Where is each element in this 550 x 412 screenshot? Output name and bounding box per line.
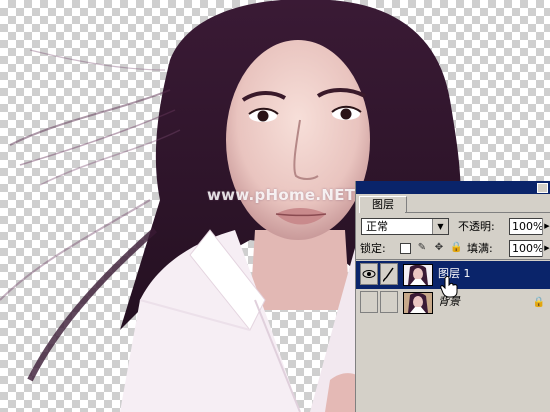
visibility-toggle[interactable] xyxy=(360,291,378,313)
blend-opacity-row: 正常 ▼ 不透明: 100% ▶ xyxy=(356,216,550,238)
fill-label: 填满: xyxy=(467,242,493,255)
brush-icon[interactable]: ✎ xyxy=(416,242,428,254)
panel-divider xyxy=(356,259,550,260)
tab-layers[interactable]: 图层 xyxy=(359,196,407,213)
brush-icon xyxy=(382,267,394,282)
visibility-toggle[interactable] xyxy=(360,263,378,285)
move-icon[interactable]: ✥ xyxy=(433,242,445,254)
tab-divider xyxy=(405,212,550,213)
lock-fill-row: 锁定: ✎ ✥ 🔒 填满: 100% ▶ xyxy=(356,238,550,260)
lock-icon: 🔒 xyxy=(532,297,545,308)
transparency-lock-icon[interactable] xyxy=(400,243,411,254)
hand-cursor-icon xyxy=(440,276,458,298)
panel-close-button[interactable] xyxy=(537,183,548,193)
fill-slider-arrow[interactable]: ▶ xyxy=(542,240,550,257)
link-toggle[interactable] xyxy=(380,263,398,285)
dropdown-arrow-icon[interactable]: ▼ xyxy=(432,219,448,234)
layer-thumbnail xyxy=(403,292,433,314)
blend-mode-value: 正常 xyxy=(366,220,388,233)
lock-icon[interactable]: 🔒 xyxy=(450,242,462,254)
layers-list-empty-area[interactable] xyxy=(356,318,550,412)
lock-label: 锁定: xyxy=(360,242,386,255)
opacity-label: 不透明: xyxy=(458,220,495,233)
panel-titlebar[interactable] xyxy=(356,181,550,194)
opacity-input[interactable]: 100% xyxy=(509,218,543,235)
eye-icon xyxy=(362,270,376,278)
blend-mode-select[interactable]: 正常 ▼ xyxy=(361,218,449,235)
layer-thumbnail xyxy=(403,264,433,286)
fill-input[interactable]: 100% xyxy=(509,240,543,257)
opacity-slider-arrow[interactable]: ▶ xyxy=(542,218,550,235)
link-toggle[interactable] xyxy=(380,291,398,313)
watermark-text: www.pHome.NET xyxy=(207,186,356,204)
